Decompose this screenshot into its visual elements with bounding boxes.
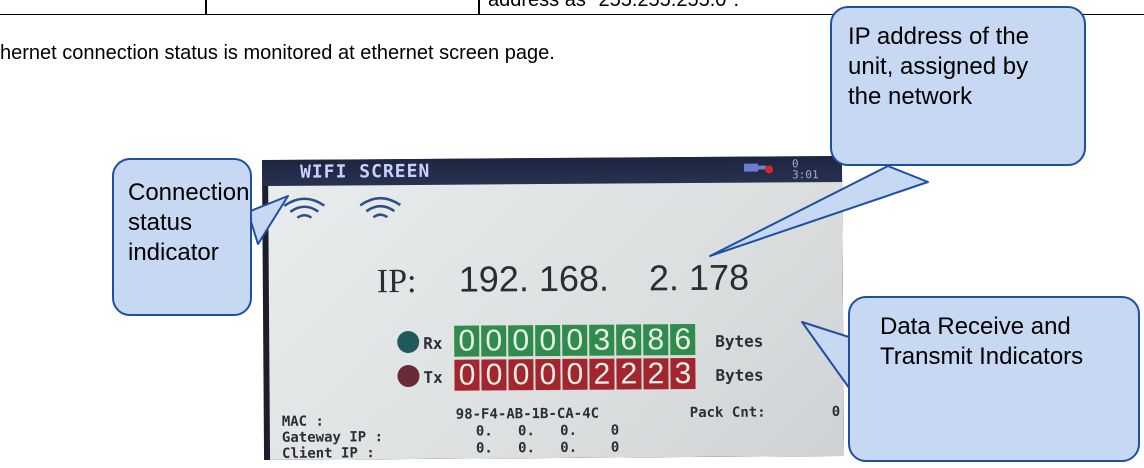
- connection-callout-tail: [247, 195, 289, 245]
- ip-address-callout-text: IP address of the unit, assigned by the …: [848, 23, 1030, 110]
- ip-address-callout: IP address of the unit, assigned by the …: [830, 6, 1086, 166]
- data-callout-tail: [801, 321, 853, 393]
- ip-callout-tail: [709, 165, 929, 257]
- connection-status-callout: Connection status indicator: [112, 158, 252, 316]
- data-indicators-callout-text: Data Receive and Transmit Indicators: [880, 313, 1084, 370]
- connection-status-callout-text: Connection status indicator: [128, 179, 250, 266]
- data-indicators-callout: Data Receive and Transmit Indicators: [848, 296, 1140, 462]
